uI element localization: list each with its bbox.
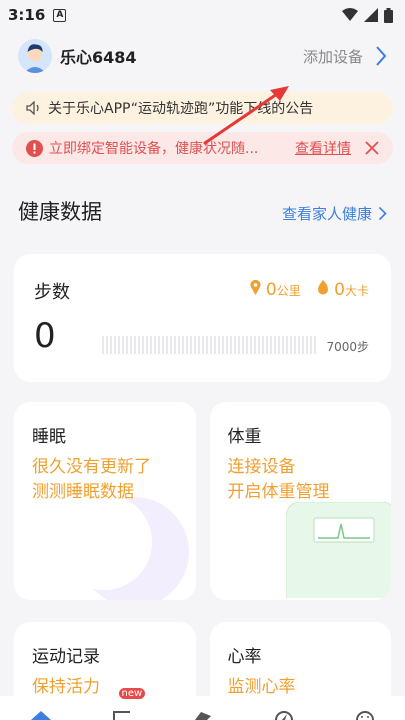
tab-discover[interactable]: [269, 698, 299, 720]
speaker-icon: [26, 101, 39, 115]
home-icon: [30, 711, 51, 720]
status-icons: [342, 7, 393, 23]
sleep-line-1: 很久没有更新了: [32, 457, 151, 477]
compass-icon: [274, 711, 293, 720]
status-time: 3:16: [8, 6, 46, 24]
close-icon[interactable]: [365, 141, 379, 155]
health-section-header: 健康数据 查看家人健康: [0, 196, 405, 226]
steps-meta: 0公里 0大卡: [250, 279, 369, 300]
steps-histogram: [102, 336, 317, 354]
tab-profile[interactable]: [350, 698, 380, 720]
sleep-line-2: 测测睡眠数据: [32, 482, 134, 503]
add-device-button[interactable]: 添加设备: [303, 46, 363, 67]
announcement-banner[interactable]: 关于乐心APP“运动轨迹跑”功能下线的公告: [12, 92, 393, 124]
new-badge: new: [118, 688, 146, 699]
weight-line-2: 开启体重管理: [227, 482, 330, 503]
scale-illustration-icon: [285, 502, 391, 598]
family-health-label: 查看家人健康: [281, 205, 372, 223]
tab-device[interactable]: [188, 698, 218, 720]
weight-line-1: 连接设备: [227, 457, 296, 477]
calorie-value: 0: [334, 280, 345, 300]
flame-icon: [317, 280, 328, 295]
distance-unit: 公里: [276, 284, 301, 298]
notification-a-icon: A: [53, 8, 67, 22]
username: 乐心6484: [60, 48, 137, 67]
heart-rate-line-1: 监测心率: [227, 677, 296, 697]
calorie-stat: 0大卡: [317, 280, 369, 300]
weight-card[interactable]: 体重 连接设备 开启体重管理: [209, 402, 391, 600]
bind-device-alert[interactable]: 立即绑定智能设备，健康状况随... 查看详情: [12, 132, 393, 164]
exercise-line-1: 保持活力: [32, 677, 100, 697]
steps-goal: 7000步: [326, 340, 369, 354]
tab-home[interactable]: [26, 698, 56, 720]
user-avatar-icon: [18, 39, 52, 73]
sleep-title: 睡眠: [32, 427, 66, 447]
distance-value: 0: [265, 280, 277, 300]
status-bar: 3:16 A: [0, 0, 405, 30]
alert-text: 立即绑定智能设备，健康状况随...: [49, 141, 259, 157]
chevron-right-icon: [378, 206, 387, 221]
sleep-moon-icon: [74, 494, 189, 600]
exercise-title: 运动记录: [32, 647, 100, 667]
tab-activity[interactable]: new: [107, 688, 146, 720]
app-header: 乐心6484 添加设备: [0, 30, 405, 82]
distance-stat: 0公里: [250, 279, 301, 300]
alert-icon: [26, 139, 43, 157]
profile-icon: [355, 711, 374, 720]
steps-card[interactable]: 步数 0公里 0大卡 0 7000步: [14, 254, 391, 382]
sleep-card[interactable]: 睡眠 很久没有更新了 测测睡眠数据: [14, 402, 196, 600]
health-grid-row-1: 睡眠 很久没有更新了 测测睡眠数据 体重 连接设备 开启体重管理: [14, 402, 391, 600]
steps-value: 0: [34, 316, 56, 356]
family-health-link[interactable]: 查看家人健康: [282, 203, 387, 224]
heart-rate-title: 心率: [227, 647, 262, 667]
view-details-link[interactable]: 查看详情: [295, 138, 351, 158]
calorie-unit: 大卡: [344, 284, 369, 298]
wifi-icon: [342, 8, 358, 21]
device-icon: [194, 712, 211, 720]
section-title: 健康数据: [18, 200, 102, 224]
signal-icon: [364, 8, 378, 22]
weight-title: 体重: [227, 427, 262, 447]
activity-icon: [112, 711, 130, 720]
battery-icon: [384, 7, 393, 23]
announcement-text: 关于乐心APP“运动轨迹跑”功能下线的公告: [48, 101, 314, 117]
location-pin-icon: [250, 279, 260, 295]
avatar[interactable]: [18, 39, 52, 73]
bottom-tab-bar: new: [0, 688, 405, 720]
chevron-right-icon[interactable]: [375, 45, 387, 67]
